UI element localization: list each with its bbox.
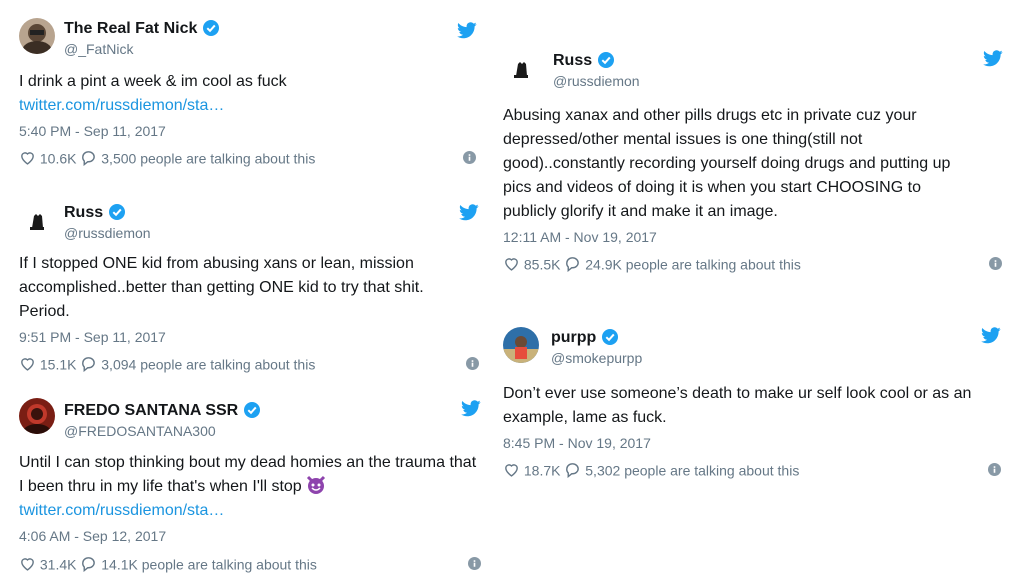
verified-badge-icon [598, 52, 615, 68]
twitter-bird-icon[interactable] [459, 204, 479, 221]
engagement-bar: 10.6K 3,500 people are talking about thi… [19, 149, 481, 169]
display-name[interactable]: purpp [551, 329, 596, 346]
avatar[interactable] [19, 398, 55, 434]
timestamp[interactable]: 12:11 AM - Nov 19, 2017 [503, 229, 1003, 245]
info-icon[interactable] [466, 357, 479, 370]
verified-badge-icon [109, 204, 126, 220]
tweet-link[interactable]: twitter.com/russdiemon/sta… [19, 499, 485, 523]
talking-count[interactable]: 5,302 people are talking about this [585, 462, 799, 478]
tweet-text-content: Until I can stop thinking bout my dead h… [19, 454, 477, 495]
tweet-card: Russ @russdiemon Abusing xanax and other… [503, 50, 1003, 275]
handle[interactable]: @FREDOSANTANA300 [64, 423, 216, 439]
info-icon[interactable] [463, 151, 476, 164]
handle[interactable]: @russdiemon [553, 73, 640, 89]
display-name[interactable]: FREDO SANTANA SSR [64, 402, 238, 419]
timestamp[interactable]: 8:45 PM - Nov 19, 2017 [503, 435, 1003, 451]
engagement-bar: 15.1K 3,094 people are talking about thi… [19, 355, 481, 375]
display-name[interactable]: The Real Fat Nick [64, 20, 197, 37]
like-count[interactable]: 15.1K [40, 356, 77, 372]
handle[interactable]: @smokepurpp [551, 350, 642, 366]
heart-icon[interactable] [19, 149, 36, 166]
tweet-card: The Real Fat Nick @_FatNick I drink a pi… [19, 18, 481, 169]
avatar[interactable] [503, 50, 539, 86]
timestamp[interactable]: 9:51 PM - Sep 11, 2017 [19, 329, 481, 345]
heart-icon[interactable] [503, 255, 520, 272]
engagement-bar: 31.4K 14.1K people are talking about thi… [19, 555, 485, 575]
tweet-link[interactable]: twitter.com/russdiemon/sta… [19, 94, 481, 118]
engagement-bar: 18.7K 5,302 people are talking about thi… [503, 461, 1003, 481]
info-icon[interactable] [989, 257, 1002, 270]
reply-bubble-icon[interactable] [80, 149, 97, 166]
twitter-bird-icon[interactable] [457, 22, 477, 39]
info-icon[interactable] [988, 463, 1001, 476]
tweet-text: Abusing xanax and other pills drugs etc … [503, 107, 951, 220]
reply-bubble-icon[interactable] [80, 355, 97, 372]
info-icon[interactable] [468, 557, 481, 570]
talking-count[interactable]: 24.9K people are talking about this [585, 256, 801, 272]
tweet-text: I drink a pint a week & im cool as fuck [19, 73, 287, 90]
heart-icon[interactable] [19, 555, 36, 572]
display-name[interactable]: Russ [64, 204, 103, 221]
heart-icon[interactable] [503, 461, 520, 478]
talking-count[interactable]: 3,500 people are talking about this [101, 150, 315, 166]
like-count[interactable]: 10.6K [40, 150, 77, 166]
like-count[interactable]: 18.7K [524, 462, 561, 478]
like-count[interactable]: 85.5K [524, 256, 561, 272]
talking-count[interactable]: 14.1K people are talking about this [101, 556, 317, 572]
smiling-imp-emoji-icon [307, 475, 326, 494]
timestamp[interactable]: 5:40 PM - Sep 11, 2017 [19, 123, 481, 139]
twitter-bird-icon[interactable] [983, 50, 1003, 67]
reply-bubble-icon[interactable] [80, 555, 97, 572]
twitter-bird-icon[interactable] [981, 327, 1001, 344]
verified-badge-icon [244, 402, 261, 418]
tweet-text: Until I can stop thinking bout my dead h… [19, 451, 485, 499]
engagement-bar: 85.5K 24.9K people are talking about thi… [503, 255, 1003, 275]
reply-bubble-icon[interactable] [564, 461, 581, 478]
tweet-card: Russ @russdiemon If I stopped ONE kid fr… [19, 202, 481, 375]
verified-badge-icon [602, 329, 619, 345]
handle[interactable]: @russdiemon [64, 225, 151, 241]
reply-bubble-icon[interactable] [564, 255, 581, 272]
tweet-card: purpp @smokepurpp Don’t ever use someone… [503, 327, 1003, 481]
timestamp[interactable]: 4:06 AM - Sep 12, 2017 [19, 528, 485, 544]
twitter-bird-icon[interactable] [461, 400, 481, 417]
display-name[interactable]: Russ [553, 52, 592, 69]
tweet-text: If I stopped ONE kid from abusing xans o… [19, 255, 424, 320]
talking-count[interactable]: 3,094 people are talking about this [101, 356, 315, 372]
handle[interactable]: @_FatNick [64, 41, 133, 57]
avatar[interactable] [503, 327, 539, 363]
verified-badge-icon [203, 20, 220, 36]
avatar[interactable] [19, 18, 55, 54]
avatar[interactable] [19, 202, 55, 238]
like-count[interactable]: 31.4K [40, 556, 77, 572]
heart-icon[interactable] [19, 355, 36, 372]
tweet-card: FREDO SANTANA SSR @FREDOSANTANA300 Until… [19, 398, 485, 575]
tweet-text: Don’t ever use someone’s death to make u… [503, 385, 972, 426]
